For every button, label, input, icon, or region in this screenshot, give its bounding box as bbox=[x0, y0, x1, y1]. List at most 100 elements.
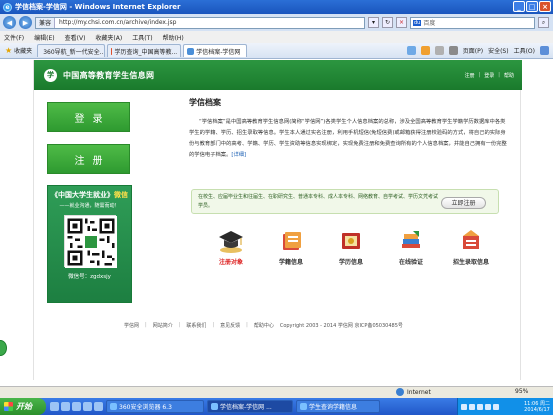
wechat-promo[interactable]: 《中国大学生就业》微信 ——就业沟通，随需而动！ 微信号：zgdxsjy bbox=[47, 185, 132, 303]
verify-books-icon bbox=[397, 228, 425, 254]
start-button[interactable]: 开始 bbox=[0, 398, 46, 415]
footer-link-about[interactable]: 网站简介 bbox=[153, 322, 173, 329]
search-engine-icon: du bbox=[413, 19, 422, 26]
feeds-icon[interactable] bbox=[420, 46, 430, 55]
page-menu[interactable]: 页面(P) bbox=[463, 46, 483, 55]
menu-file[interactable]: 文件(F) bbox=[4, 33, 24, 42]
favorites-label: 收藏夹 bbox=[14, 48, 33, 55]
left-column: 登录 注册 《中国大学生就业》微信 ——就业沟通，随需而动！ 微信号：zgdxs… bbox=[47, 102, 132, 303]
eligibility-notice: 在校生、应届毕业生和往届生、在职研究生、普通本专科、成人本专科、网络教育、自学考… bbox=[191, 189, 499, 214]
feature-label: 学历信息 bbox=[338, 259, 363, 266]
tab-360-nav[interactable]: 360导航_新一代安全... bbox=[37, 44, 106, 57]
student-status-icon bbox=[277, 228, 305, 254]
safety-menu[interactable]: 安全(S) bbox=[488, 46, 509, 55]
menu-view[interactable]: 查看(V) bbox=[65, 33, 86, 42]
notice-text: 在校生、应届毕业生和往届生、在职研究生、普通本专科、成人本专科、网络教育、自学考… bbox=[198, 194, 439, 209]
tab-label: 学历查询_中国高等教... bbox=[114, 48, 178, 56]
tab-xuexin-archive[interactable]: 学信档案-学信网 bbox=[183, 44, 248, 57]
tray-icon[interactable] bbox=[477, 403, 483, 410]
intro-paragraph: “学信档案”是中国高等教育学生信息网(简称“学信网”)各类学生个人信息档案的总称… bbox=[189, 117, 509, 161]
task-student-query[interactable]: 学生查询学籍信息 bbox=[296, 400, 380, 413]
minimize-button[interactable]: _ bbox=[513, 1, 525, 12]
mail-icon[interactable] bbox=[434, 46, 444, 55]
feature-register-target[interactable]: 注册对象 bbox=[206, 228, 256, 266]
tab-degree-query[interactable]: 学历查询_中国高等教... bbox=[107, 44, 182, 57]
stop-icon[interactable]: × bbox=[396, 17, 407, 28]
feature-label: 注册对象 bbox=[218, 259, 243, 266]
menu-help[interactable]: 帮助(H) bbox=[163, 33, 184, 42]
feature-degree-info[interactable]: 学历信息 bbox=[326, 228, 376, 266]
side-float-icon[interactable] bbox=[0, 340, 7, 356]
promo-title-wx: 微信 bbox=[114, 191, 128, 199]
tray-icon[interactable] bbox=[485, 403, 491, 410]
login-button[interactable]: 登录 bbox=[47, 102, 130, 132]
footer-link-contact[interactable]: 联系我们 bbox=[186, 322, 206, 329]
home-icon[interactable] bbox=[406, 46, 416, 55]
task-label: 学生查询学籍信息 bbox=[309, 404, 358, 411]
header-link-help[interactable]: 帮助 bbox=[504, 72, 514, 79]
feature-admission-info[interactable]: 招生录取信息 bbox=[446, 228, 496, 266]
window-title: 学信档案-学信网 - Windows Internet Explorer bbox=[15, 3, 181, 11]
clock-date: 2014/6/17 bbox=[524, 406, 550, 413]
tab-favicon-icon bbox=[187, 47, 195, 55]
search-input[interactable]: du 百度 bbox=[410, 16, 535, 29]
tray-icon[interactable] bbox=[469, 403, 475, 410]
quick-launch-icon[interactable] bbox=[94, 402, 103, 411]
wechat-id: 微信号：zgdxsjy bbox=[68, 274, 111, 280]
window-title-bar: e 学信档案-学信网 - Windows Internet Explorer _… bbox=[0, 0, 553, 14]
quick-launch-icon[interactable] bbox=[61, 402, 70, 411]
feature-label: 招生录取信息 bbox=[452, 259, 489, 266]
footer-copyright: Copyright 2003 - 2014 学信网 京ICP备05030485号 bbox=[279, 323, 403, 329]
address-url[interactable]: http://my.chsi.com.cn/archive/index.jsp bbox=[55, 19, 176, 26]
address-field[interactable]: 兼容 http://my.chsi.com.cn/archive/index.j… bbox=[35, 16, 365, 29]
compat-mode-label[interactable]: 兼容 bbox=[36, 17, 56, 28]
menu-edit[interactable]: 编辑(E) bbox=[34, 33, 54, 42]
search-provider: 百度 bbox=[423, 20, 436, 27]
back-button[interactable]: ◀ bbox=[3, 16, 16, 29]
page-content: 学 中国高等教育学生信息网 注册 | 登录 | 帮助 登录 注册 《中国大学生就… bbox=[0, 60, 553, 385]
tools-menu[interactable]: 工具(O) bbox=[514, 46, 535, 55]
quick-launch-icon[interactable] bbox=[72, 402, 81, 411]
windows-flag-icon bbox=[4, 402, 13, 411]
footer-link-xuexin[interactable]: 学信网 bbox=[124, 322, 139, 329]
task-xuexin-archive[interactable]: 学信档案-学信网 ... bbox=[207, 400, 293, 413]
header-link-register[interactable]: 注册 bbox=[465, 72, 475, 79]
more-link[interactable]: [详细] bbox=[231, 152, 246, 158]
quick-launch bbox=[50, 402, 103, 411]
site-title: 中国高等教育学生信息网 bbox=[63, 70, 155, 80]
footer-link-feedback[interactable]: 意见反馈 bbox=[220, 322, 240, 329]
tray-icon[interactable] bbox=[461, 403, 467, 410]
feature-student-status[interactable]: 学籍信息 bbox=[266, 228, 316, 266]
zoom-level[interactable]: 95% bbox=[515, 388, 528, 395]
task-360-browser[interactable]: 360安全浏览器 6.3 bbox=[106, 400, 204, 413]
forward-button[interactable]: ▶ bbox=[19, 16, 32, 29]
system-tray: 11:06 周二 2014/6/17 bbox=[457, 398, 553, 415]
menu-tools[interactable]: 工具(T) bbox=[132, 33, 152, 42]
quick-launch-icon[interactable] bbox=[83, 402, 92, 411]
security-zone: Internet bbox=[396, 388, 431, 396]
menu-favorites[interactable]: 收藏夹(A) bbox=[95, 33, 122, 42]
maximize-button[interactable]: □ bbox=[526, 1, 538, 12]
task-app-icon bbox=[300, 403, 307, 410]
site-header: 学 中国高等教育学生信息网 注册 | 登录 | 帮助 bbox=[34, 60, 522, 90]
print-icon[interactable] bbox=[448, 46, 458, 55]
refresh-icon[interactable]: ↻ bbox=[382, 17, 393, 28]
feature-online-verify[interactable]: 在线验证 bbox=[386, 228, 436, 266]
dropdown-arrow-icon[interactable]: ▾ bbox=[368, 17, 379, 28]
register-now-button[interactable]: 立即注册 bbox=[441, 197, 486, 209]
volume-icon[interactable] bbox=[493, 403, 499, 410]
register-button[interactable]: 注册 bbox=[47, 144, 130, 174]
favorites-button[interactable]: ★ 收藏夹 bbox=[2, 44, 35, 57]
close-button[interactable]: × bbox=[539, 1, 551, 12]
tab-label: 学信档案-学信网 bbox=[196, 48, 241, 56]
help-icon[interactable] bbox=[540, 46, 549, 55]
feature-row: 注册对象 学籍信息 学历信息 在线验证 招生录取信息 bbox=[206, 228, 496, 266]
search-icon[interactable]: ⌕ bbox=[538, 17, 549, 28]
clock[interactable]: 11:06 周二 2014/6/17 bbox=[524, 401, 553, 413]
promo-title: 《中国大学生就业》微信 bbox=[48, 190, 131, 200]
star-icon: ★ bbox=[5, 46, 13, 55]
quick-launch-icon[interactable] bbox=[50, 402, 59, 411]
footer-link-help[interactable]: 帮助中心 bbox=[254, 322, 274, 329]
command-bar: 页面(P) 安全(S) 工具(O) bbox=[406, 46, 553, 55]
header-link-login[interactable]: 登录 bbox=[484, 72, 494, 79]
